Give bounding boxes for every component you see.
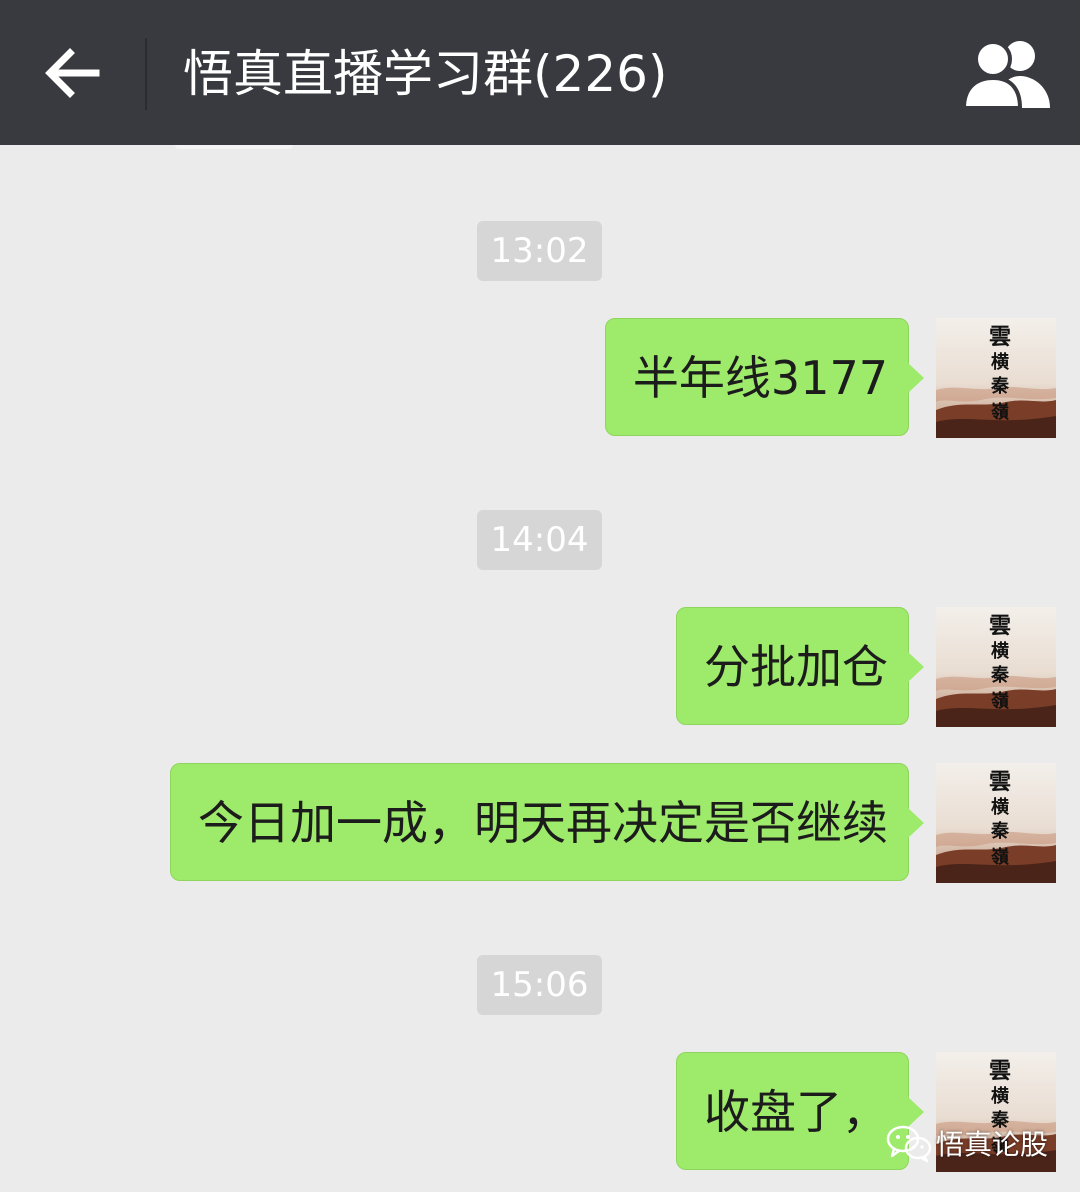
group-members-button[interactable] — [962, 36, 1054, 110]
chat-title: 悟真直播学习群(226) — [183, 45, 668, 103]
calligraphy-avatar-icon: 雲 横 秦 嶺 — [936, 763, 1056, 883]
back-button[interactable] — [38, 38, 108, 108]
header-divider — [145, 38, 147, 110]
svg-text:雲: 雲 — [989, 324, 1011, 350]
svg-text:横: 横 — [991, 640, 1010, 662]
message-timestamp: 13:02 — [477, 221, 602, 281]
svg-text:秦: 秦 — [990, 664, 1010, 686]
message-bubble[interactable]: 半年线3177 — [604, 318, 925, 436]
svg-text:雲: 雲 — [989, 1058, 1011, 1084]
message-bubble[interactable]: 今日加一成，明天再决定是否继续 — [170, 763, 924, 881]
message-timestamp: 15:06 — [477, 955, 602, 1015]
svg-text:横: 横 — [991, 351, 1010, 373]
watermark-text: 悟真论股 — [936, 1128, 1049, 1161]
calligraphy-avatar-icon: 雲 横 秦 嶺 — [936, 318, 1056, 438]
sender-avatar[interactable]: 雲 横 秦 嶺 — [936, 318, 1056, 438]
svg-text:雲: 雲 — [989, 613, 1011, 639]
top-bar: 悟真直播学习群(226) — [0, 0, 1080, 145]
calligraphy-avatar-icon: 雲 横 秦 嶺 — [936, 607, 1056, 727]
svg-text:雲: 雲 — [989, 769, 1011, 795]
previous-message-edge — [175, 145, 293, 149]
wechat-icon — [886, 1123, 932, 1163]
chat-message-list[interactable]: 13:02 半年线3177 雲 横 秦 嶺 14:04 分批加仓 雲 横 秦 嶺… — [0, 145, 1080, 1192]
message-timestamp: 14:04 — [477, 510, 602, 570]
svg-text:秦: 秦 — [990, 820, 1010, 842]
group-members-icon — [962, 40, 1050, 110]
svg-text:嶺: 嶺 — [991, 691, 1009, 712]
message-bubble[interactable]: 收盘了， — [676, 1052, 924, 1170]
svg-text:嶺: 嶺 — [991, 847, 1009, 868]
sender-avatar[interactable]: 雲 横 秦 嶺 — [936, 607, 1056, 727]
watermark: 悟真论股 — [886, 1123, 1048, 1163]
svg-text:横: 横 — [991, 796, 1010, 818]
arrow-left-icon — [45, 48, 100, 98]
message-bubble[interactable]: 分批加仓 — [676, 607, 924, 725]
svg-text:横: 横 — [991, 1085, 1010, 1107]
svg-text:秦: 秦 — [990, 375, 1010, 397]
svg-text:嶺: 嶺 — [991, 402, 1009, 423]
sender-avatar[interactable]: 雲 横 秦 嶺 — [936, 763, 1056, 883]
